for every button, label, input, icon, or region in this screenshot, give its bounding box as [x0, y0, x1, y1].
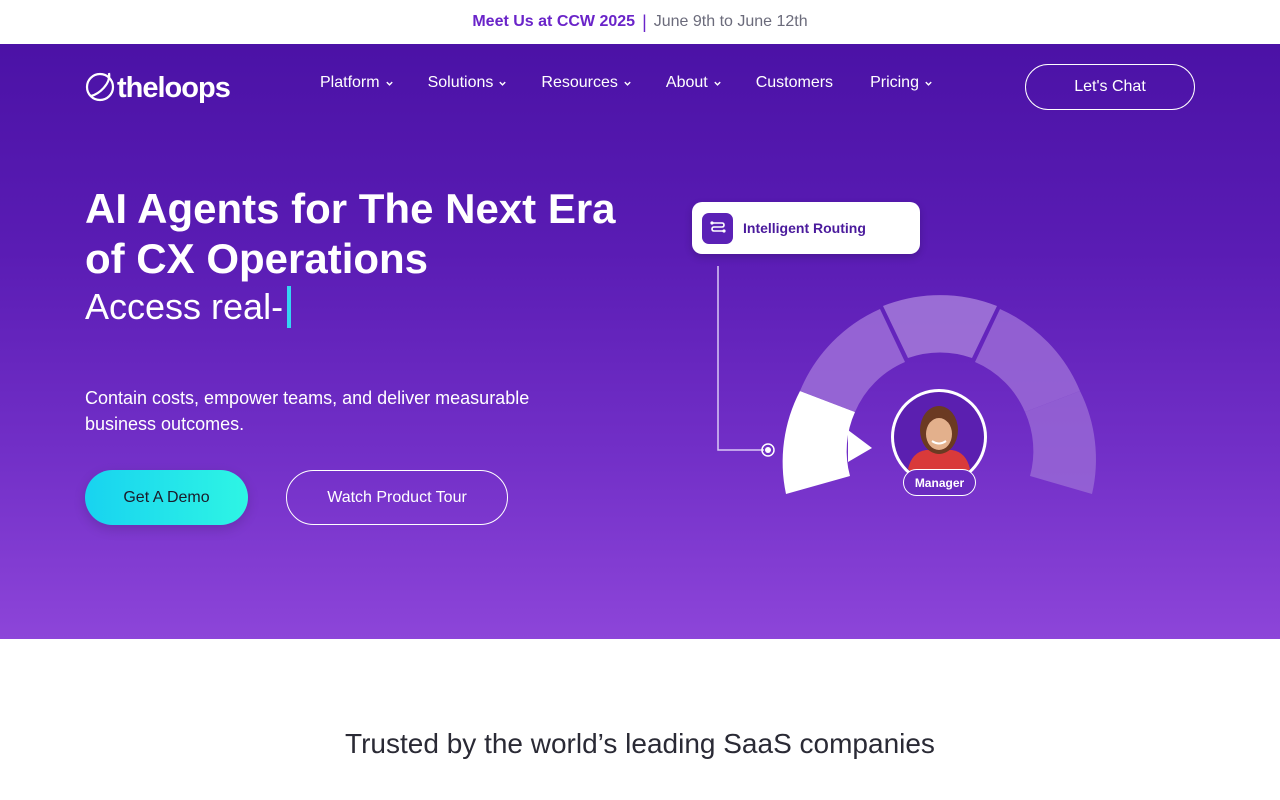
lets-chat-button[interactable]: Let's Chat [1025, 64, 1195, 110]
routing-illustration: Intelligent Routing Manager [680, 194, 1120, 574]
logo-mark [85, 72, 115, 102]
hero-subtitle: Contain costs, empower teams, and delive… [85, 388, 530, 434]
nav-label: Resources [541, 74, 618, 91]
nav-label: Pricing [870, 74, 919, 91]
manager-badge: Manager [903, 469, 976, 496]
nav-item-about[interactable]: About [666, 74, 722, 92]
announcement-dates: June 9th to June 12th [653, 13, 808, 30]
routing-icon [702, 212, 733, 244]
intelligent-routing-card: Intelligent Routing [692, 202, 920, 254]
announcement-highlight[interactable]: Meet Us at CCW 2025 [472, 13, 635, 31]
hero-section: theloops Platform Solutions Resources Ab… [0, 44, 1280, 639]
nav-item-solutions[interactable]: Solutions [428, 74, 508, 92]
announcement-bar[interactable]: Meet Us at CCW 2025 | June 9th to June 1… [0, 0, 1280, 44]
hero-headline: AI Agents for The Next Era of CX Operati… [85, 185, 616, 282]
brand-name: theloops [117, 71, 231, 104]
chevron-down-icon [499, 81, 507, 86]
nav-label: Platform [320, 74, 380, 91]
main-nav: Platform Solutions Resources About Custo… [320, 74, 933, 92]
chevron-down-icon [925, 81, 932, 86]
watch-tour-button[interactable]: Watch Product Tour [286, 470, 508, 525]
nav-item-resources[interactable]: Resources [541, 74, 631, 92]
site-logo[interactable]: theloops [85, 68, 231, 108]
announcement-separator: | [642, 11, 647, 32]
chevron-down-icon [624, 81, 631, 86]
nav-item-customers[interactable]: Customers [756, 74, 833, 92]
typed-text: Access real- [85, 286, 284, 327]
get-demo-button[interactable]: Get A Demo [85, 470, 248, 525]
nav-label: Customers [755, 74, 834, 91]
nav-label: About [665, 74, 708, 91]
typing-cursor [287, 286, 292, 328]
nav-item-pricing[interactable]: Pricing [870, 74, 933, 92]
nav-label: Solutions [427, 74, 494, 91]
typed-text-line: Access real- [85, 286, 292, 328]
routing-card-label: Intelligent Routing [743, 220, 866, 236]
chevron-down-icon [385, 81, 393, 86]
trusted-heading: Trusted by the world’s leading SaaS comp… [345, 728, 935, 759]
chevron-down-icon [713, 81, 721, 86]
nav-item-platform[interactable]: Platform [320, 74, 394, 92]
